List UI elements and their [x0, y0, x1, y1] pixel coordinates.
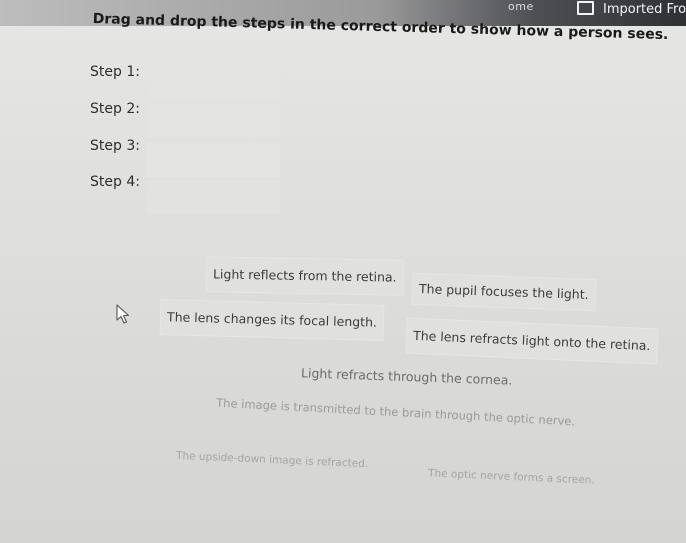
- bookmark-folder-icon[interactable]: [577, 1, 594, 15]
- step-2-drop-target[interactable]: [146, 103, 280, 139]
- step-1-label: Step 1:: [90, 64, 140, 80]
- mouse-pointer-icon: [116, 304, 130, 324]
- draggable-option[interactable]: The lens refracts light onto the retina.: [405, 317, 659, 365]
- step-4-label: Step 4:: [90, 174, 140, 190]
- step-4-drop-target[interactable]: [146, 179, 280, 215]
- step-2-label: Step 2:: [90, 101, 140, 117]
- draggable-option[interactable]: Light reflects from the retina.: [205, 256, 404, 296]
- bookmark-imported-label[interactable]: Imported Fro: [603, 2, 686, 17]
- step-1-drop-target[interactable]: [148, 65, 282, 101]
- step-3-label: Step 3:: [90, 138, 140, 154]
- draggable-option[interactable]: The upside-down image is refracted.: [169, 439, 375, 482]
- bookmark-home-label[interactable]: ome: [508, 0, 534, 13]
- draggable-option[interactable]: The lens changes its focal length.: [159, 299, 385, 341]
- step-3-drop-target[interactable]: [146, 142, 280, 178]
- draggable-option[interactable]: The optic nerve forms a screen.: [421, 456, 601, 498]
- draggable-option[interactable]: The pupil focuses the light.: [411, 272, 597, 312]
